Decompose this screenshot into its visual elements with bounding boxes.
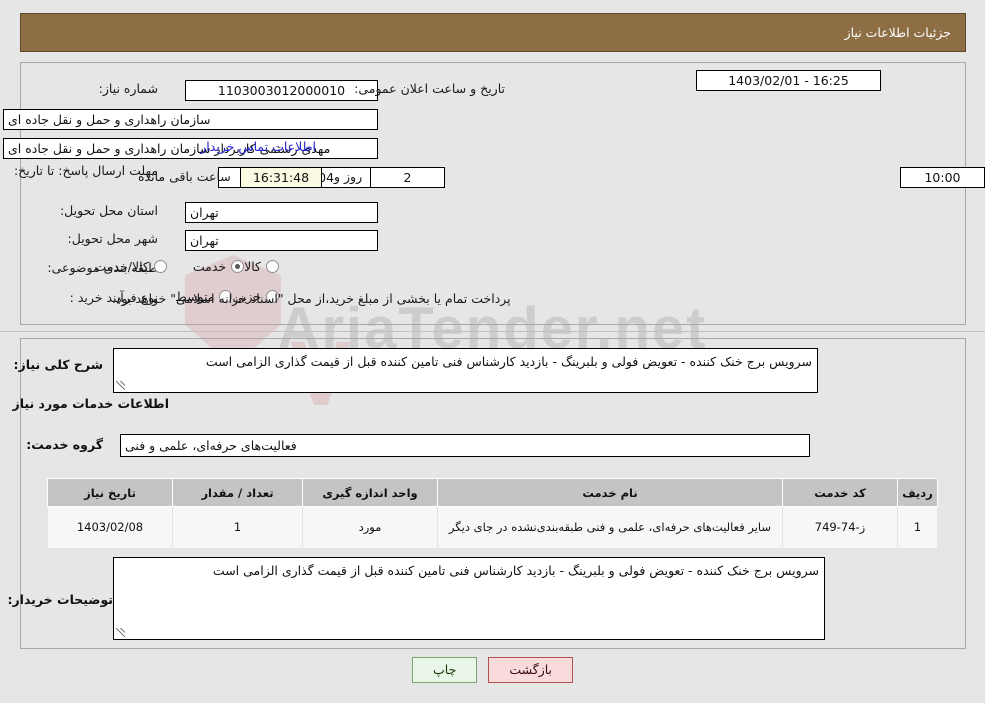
category-radio-group: کالا خدمت کالا/خدمت bbox=[68, 259, 279, 274]
table-header-row: ردیف کد خدمت نام خدمت واحد اندازه گیری ت… bbox=[47, 478, 938, 507]
back-button[interactable]: بازگشت bbox=[488, 657, 574, 683]
category-option-kala-khedmat[interactable]: کالا/خدمت bbox=[94, 259, 167, 274]
city-field-row: تهران bbox=[185, 230, 378, 251]
deadline-days-field: 2 bbox=[370, 167, 445, 188]
need-number-field-row: 1103003012000010 bbox=[185, 80, 378, 101]
announce-date-label: تاریخ و ساعت اعلان عمومی: bbox=[354, 81, 505, 96]
days-label: روز و bbox=[334, 169, 363, 184]
payment-note-row: پرداخت تمام یا بخشی از مبلغ خرید،از محل … bbox=[112, 291, 511, 306]
cell-index: 1 bbox=[897, 506, 938, 549]
province-value[interactable]: تهران bbox=[185, 202, 378, 223]
city-label-row: شهر محل تحویل: bbox=[68, 231, 158, 246]
radio-kala-khedmat-icon[interactable] bbox=[153, 260, 167, 273]
page-root: V AriaTender.net جزئیات اطلاعات نیاز شما… bbox=[0, 0, 985, 703]
cell-code: ز-74-749 bbox=[782, 506, 898, 549]
province-label-row: استان محل تحویل: bbox=[60, 203, 158, 218]
remaining-label-row: ساعت باقی مانده bbox=[138, 169, 231, 184]
category-option-kala[interactable]: کالا bbox=[244, 259, 279, 274]
timer-field: 16:31:48 bbox=[240, 167, 322, 188]
table-row[interactable]: 1 ز-74-749 سایر فعالیت‌های حرفه‌ای، علمی… bbox=[47, 506, 938, 549]
announce-date-value[interactable]: 16:25 - 1403/02/01 bbox=[696, 69, 881, 91]
creator-field-row: مهدی رستمی کاربرداز سازمان راهداری و حمل… bbox=[3, 138, 378, 159]
need-number-label-row: شماره نیاز: bbox=[99, 81, 158, 96]
col-name: نام خدمت bbox=[437, 478, 783, 507]
col-index: ردیف bbox=[897, 478, 938, 507]
category-option-label-2: کالا/خدمت bbox=[94, 259, 149, 274]
need-info-panel bbox=[20, 62, 966, 325]
services-table: ردیف کد خدمت نام خدمت واحد اندازه گیری ت… bbox=[47, 478, 938, 549]
remarks-label: توضیحات خریدار: bbox=[7, 592, 113, 607]
col-quantity: تعداد / مقدار bbox=[172, 478, 303, 507]
cell-date: 1403/02/08 bbox=[47, 506, 173, 549]
print-button[interactable]: چاپ bbox=[412, 657, 478, 683]
city-value[interactable]: تهران bbox=[185, 230, 378, 251]
action-button-bar: بازگشت چاپ bbox=[0, 657, 985, 683]
category-option-label-1: خدمت bbox=[192, 259, 227, 274]
remaining-timer-value: 16:31:48 bbox=[240, 167, 322, 188]
cell-quantity: 1 bbox=[172, 506, 303, 549]
page-title-bar: جزئیات اطلاعات نیاز bbox=[20, 13, 966, 52]
services-section-heading: اطلاعات خدمات مورد نیاز bbox=[12, 396, 170, 411]
province-label: استان محل تحویل: bbox=[59, 203, 158, 218]
radio-khedmat-icon[interactable] bbox=[231, 260, 245, 273]
col-date: تاریخ نیاز bbox=[47, 478, 173, 507]
announce-label-row: تاریخ و ساعت اعلان عمومی: bbox=[354, 81, 505, 96]
deadline-label: مهلت ارسال پاسخ: تا تاریخ: bbox=[13, 163, 158, 178]
deadline-days-value[interactable]: 2 bbox=[370, 167, 445, 188]
service-group-value[interactable]: فعالیت‌های حرفه‌ای، علمی و فنی bbox=[120, 434, 810, 457]
page-title: جزئیات اطلاعات نیاز bbox=[844, 25, 951, 40]
col-code: کد خدمت bbox=[782, 478, 898, 507]
city-label: شهر محل تحویل: bbox=[67, 231, 158, 246]
remaining-label: ساعت باقی مانده bbox=[138, 169, 231, 184]
summary-label: شرح کلی نیاز: bbox=[13, 357, 103, 372]
panel-divider bbox=[0, 331, 985, 332]
buyer-org-value[interactable]: سازمان راهداری و حمل و نقل جاده ای bbox=[3, 109, 378, 130]
service-group-label: گروه خدمت: bbox=[26, 437, 103, 452]
province-field-row: تهران bbox=[185, 202, 378, 223]
buyer-org-field-row: سازمان راهداری و حمل و نقل جاده ای bbox=[3, 109, 378, 130]
col-unit: واحد اندازه گیری bbox=[302, 478, 438, 507]
summary-textarea[interactable]: سرویس برج خنک کننده - تعویض فولی و بلبری… bbox=[113, 348, 818, 393]
deadline-time-value[interactable]: 10:00 bbox=[900, 167, 985, 188]
cell-unit: مورد bbox=[302, 506, 438, 549]
radio-kala-icon[interactable] bbox=[266, 260, 279, 273]
days-label-row: روز و bbox=[334, 169, 362, 184]
need-number-label: شماره نیاز: bbox=[98, 81, 158, 96]
payment-note: پرداخت تمام یا بخشی از مبلغ خرید،از محل … bbox=[112, 291, 511, 306]
contact-link-row: اطلاعات تماس خریدار bbox=[200, 139, 316, 154]
deadline-time-field: 10:00 bbox=[474, 167, 985, 188]
buyer-contact-link[interactable]: اطلاعات تماس خریدار bbox=[200, 139, 316, 154]
remarks-textarea[interactable]: سرویس برج خنک کننده - تعویض فولی و بلبری… bbox=[113, 557, 825, 640]
cell-name: سایر فعالیت‌های حرفه‌ای، علمی و فنی طبقه… bbox=[437, 506, 783, 549]
category-option-khedmat[interactable]: خدمت bbox=[192, 259, 245, 274]
creator-value[interactable]: مهدی رستمی کاربرداز سازمان راهداری و حمل… bbox=[3, 138, 378, 159]
category-option-label-0: کالا bbox=[244, 259, 261, 274]
need-number-value[interactable]: 1103003012000010 bbox=[185, 80, 378, 101]
